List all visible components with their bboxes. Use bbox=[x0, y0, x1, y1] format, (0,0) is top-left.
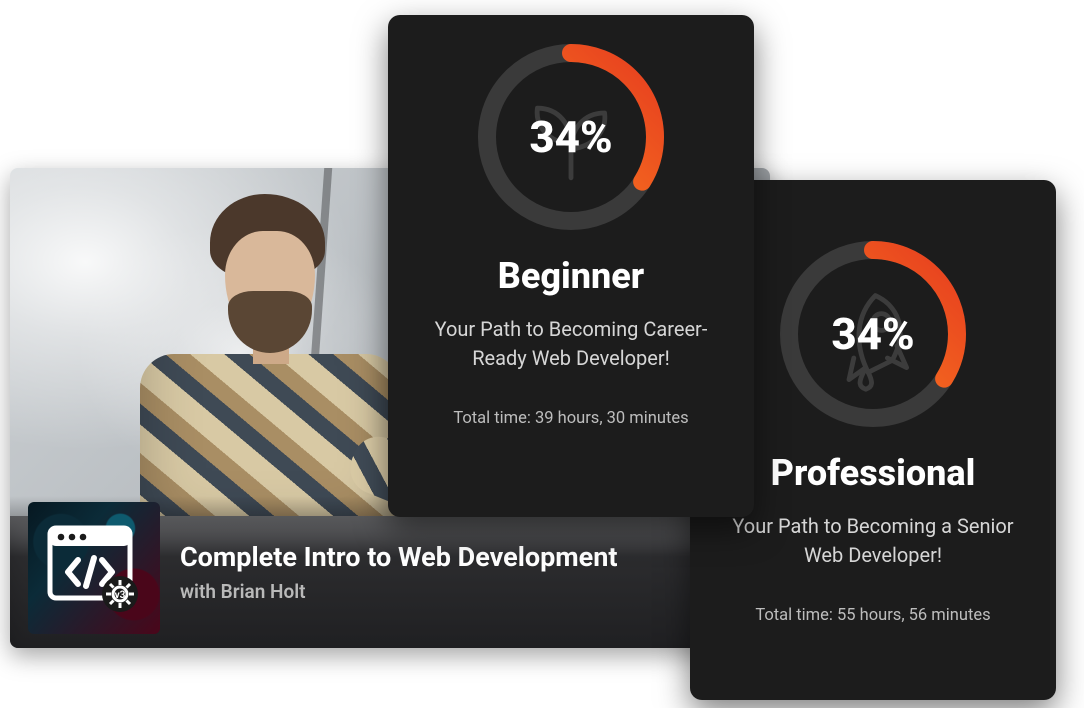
progress-ring-beginner: 34% bbox=[471, 37, 671, 237]
path-total-time-beginner: Total time: 39 hours, 30 minutes bbox=[416, 409, 726, 428]
progress-percent-professional: 34% bbox=[773, 234, 973, 434]
path-title-professional: Professional bbox=[718, 452, 1028, 494]
course-instructor-prefix: with bbox=[180, 580, 221, 603]
course-title: Complete Intro to Web Development bbox=[180, 541, 618, 573]
path-description-professional: Your Path to Becoming a Senior Web Devel… bbox=[718, 512, 1028, 570]
progress-ring-professional: 34% bbox=[773, 234, 973, 434]
code-window-icon: v3 bbox=[28, 502, 160, 634]
course-instructor-name: Brian Holt bbox=[221, 580, 306, 603]
course-thumb-badge: v3 bbox=[115, 590, 126, 601]
path-total-time-professional: Total time: 55 hours, 56 minutes bbox=[718, 606, 1028, 625]
progress-percent-beginner: 34% bbox=[471, 37, 671, 237]
path-title-beginner: Beginner bbox=[416, 255, 726, 297]
course-instructor: with Brian Holt bbox=[180, 580, 618, 603]
path-description-beginner: Your Path to Becoming Career-Ready Web D… bbox=[416, 315, 726, 373]
path-card-beginner[interactable]: 34% Beginner Your Path to Becoming Caree… bbox=[388, 15, 754, 517]
course-thumbnail: v3 bbox=[28, 502, 160, 634]
